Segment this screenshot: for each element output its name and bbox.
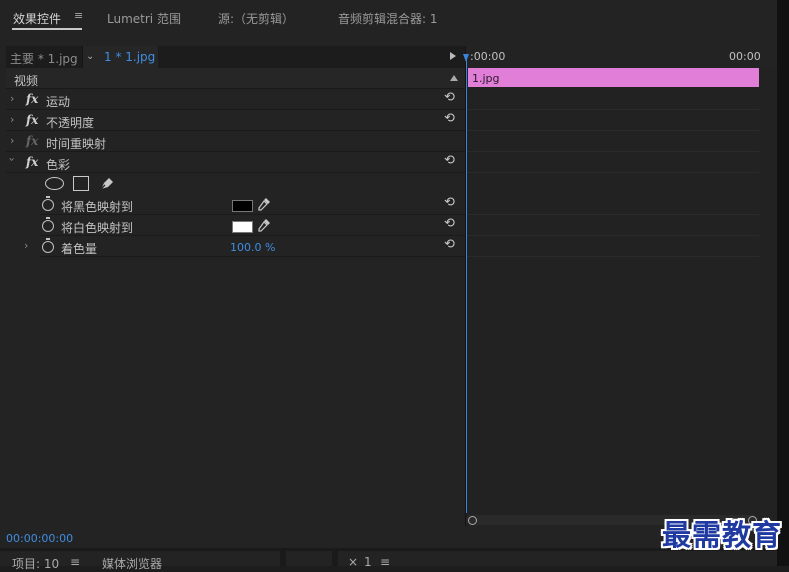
expand-chevron-icon[interactable]: › [10, 134, 14, 147]
video-section-header [6, 68, 465, 89]
tab-source[interactable]: 源:（无剪辑） [218, 10, 294, 27]
reset-icon[interactable]: ⟲ [444, 90, 455, 105]
rectangle-mask-icon[interactable] [73, 176, 89, 191]
ellipse-mask-icon[interactable] [45, 177, 64, 190]
expand-chevron-icon[interactable]: › [10, 92, 14, 105]
effect-row-tint[interactable] [6, 152, 465, 173]
fx-icon[interactable]: fx [26, 113, 38, 127]
stopwatch-icon[interactable] [42, 196, 54, 211]
clip-bar[interactable] [468, 68, 759, 87]
reset-icon[interactable]: ⟲ [444, 216, 455, 231]
playhead[interactable] [466, 57, 467, 513]
active-tab-underline [12, 28, 82, 30]
stopwatch-icon[interactable] [42, 238, 54, 253]
param-name: 将白色映射到 [61, 221, 134, 235]
stopwatch-icon[interactable] [42, 217, 54, 232]
master-clip-label[interactable]: 主要 * 1.jpg [10, 50, 78, 67]
effect-name: 时间重映射 [46, 137, 107, 151]
timeline-row-line [466, 109, 759, 110]
timeline-row-line [466, 214, 759, 215]
playhead-handle[interactable] [463, 54, 469, 62]
mini-timeline [466, 46, 777, 526]
tab-sequence[interactable]: 1 [364, 555, 372, 569]
scroll-handle-left[interactable] [468, 516, 477, 525]
close-icon[interactable]: × [348, 555, 358, 569]
reset-icon[interactable]: ⟲ [444, 153, 455, 168]
collapse-chevron-icon[interactable]: › [6, 157, 19, 161]
reset-icon[interactable]: ⟲ [444, 237, 455, 252]
bottom-tab-bg [286, 551, 332, 566]
panel-menu-icon[interactable]: ≡ [74, 10, 84, 21]
effect-name: 色彩 [46, 158, 71, 172]
collapse-up-icon[interactable] [450, 75, 458, 81]
tab-lumetri-scopes[interactable]: Lumetri 范围 [107, 10, 181, 27]
reset-icon[interactable]: ⟲ [444, 195, 455, 210]
eyedropper-icon[interactable] [257, 197, 271, 212]
eyedropper-icon[interactable] [257, 218, 271, 233]
effect-name: 不透明度 [46, 116, 95, 130]
color-swatch-white[interactable] [232, 221, 253, 233]
param-name: 着色量 [61, 242, 98, 256]
clip-bar-label: 1.jpg [472, 72, 500, 85]
expand-chevron-icon[interactable]: › [24, 239, 28, 252]
play-triangle-icon[interactable] [450, 52, 456, 60]
tab-media-browser[interactable]: 媒体浏览器 [102, 555, 162, 572]
tab-audio-clip-mixer[interactable]: 音频剪辑混合器: 1 [338, 10, 438, 27]
sequence-clip-label[interactable]: 1 * 1.jpg [104, 50, 155, 64]
effect-row-motion[interactable] [6, 89, 465, 110]
tab-effect-controls[interactable]: 效果控件 [13, 10, 61, 27]
watermark: 最需教育 [662, 518, 783, 552]
timeline-row-line [466, 256, 759, 257]
reset-icon[interactable]: ⟲ [444, 111, 455, 126]
timeline-row-line [466, 235, 759, 236]
ruler-start-time: :00:00 [470, 50, 506, 63]
ruler-end-time: 00:00 [729, 50, 761, 63]
color-swatch-black[interactable] [232, 200, 253, 212]
fx-icon[interactable]: fx [26, 155, 38, 169]
timeline-row-line [466, 151, 759, 152]
expand-chevron-icon[interactable]: › [10, 113, 14, 126]
chevron-down-icon[interactable]: ⌄ [86, 51, 94, 62]
right-edge-panel [777, 0, 789, 566]
fx-icon[interactable]: fx [26, 92, 38, 106]
current-timecode[interactable]: 00:00:00:00 [6, 532, 73, 545]
video-section-label: 视频 [14, 74, 39, 88]
param-name: 将黑色映射到 [61, 200, 134, 214]
bottom-menu-icon[interactable]: ≡ [70, 555, 80, 569]
tab-project[interactable]: 项目: 10 [12, 555, 59, 572]
breadcrumb-divider [82, 46, 83, 68]
bottom-menu-icon[interactable]: ≡ [380, 555, 390, 569]
pen-icon[interactable] [99, 175, 116, 191]
timeline-row-line [466, 172, 759, 173]
effect-name: 运动 [46, 95, 71, 109]
timeline-row-line [466, 130, 759, 131]
amount-value[interactable]: 100.0 % [230, 241, 275, 254]
fx-icon: fx [26, 134, 39, 148]
